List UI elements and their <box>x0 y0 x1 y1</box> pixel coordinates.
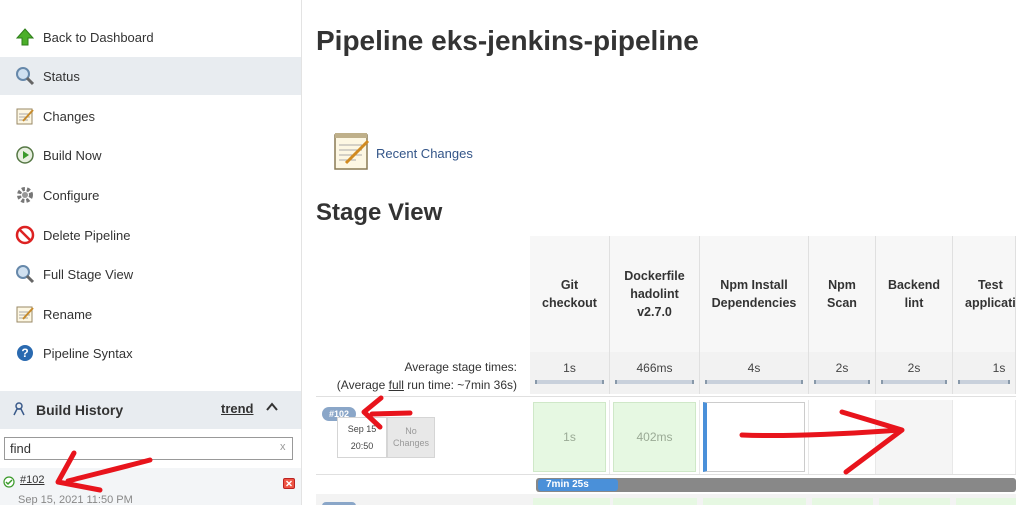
annotation-arrow <box>739 427 903 439</box>
annotation-arrows <box>55 395 905 493</box>
annotation-arrow <box>839 409 905 475</box>
annotation-arrow <box>369 410 413 417</box>
annotation-arrow <box>55 450 103 493</box>
annotation-arrow <box>65 457 153 484</box>
